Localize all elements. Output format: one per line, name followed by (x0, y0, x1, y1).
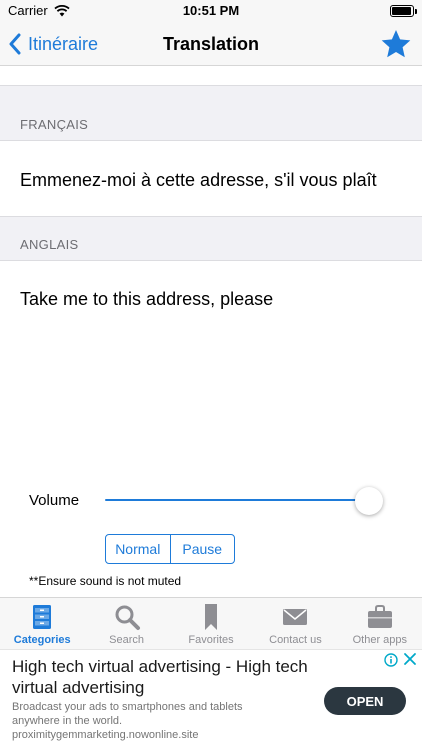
tab-contact-us-label: Contact us (269, 634, 322, 646)
tab-other-apps-label: Other apps (352, 634, 408, 646)
search-icon (115, 605, 140, 630)
status-bar: Carrier 10:51 PM (0, 0, 422, 22)
navigation-bar: Itinéraire Translation (0, 22, 422, 66)
tab-favorites-label: Favorites (188, 634, 234, 646)
status-time: 10:51 PM (182, 3, 240, 18)
volume-slider-track (105, 499, 369, 501)
ad-banner[interactable]: High tech virtual advertising - High tec… (0, 649, 422, 750)
tab-other-apps[interactable]: Other apps (338, 598, 422, 649)
volume-slider-thumb[interactable] (355, 487, 383, 515)
translated-phrase: Take me to this address, please (20, 289, 274, 309)
top-spacer (0, 67, 422, 85)
bag-icon (367, 605, 392, 628)
cabinet-icon (33, 605, 52, 629)
target-language-header: ANGLAIS (0, 216, 422, 261)
star-icon[interactable] (380, 28, 412, 60)
tab-search-label: Search (109, 634, 145, 646)
tab-bar: Categories Search Favorites Contact us O… (0, 597, 422, 649)
close-icon[interactable] (402, 651, 418, 667)
ad-url: proximitygemmarketing.nowonline.site (12, 729, 199, 741)
info-icon[interactable] (384, 653, 398, 667)
tab-categories[interactable]: Categories (0, 598, 84, 649)
source-language-label: FRANÇAIS (20, 117, 89, 132)
page-title: Translation (162, 34, 260, 54)
tab-search[interactable]: Search (84, 598, 168, 649)
sound-note: **Ensure sound is not muted (29, 574, 182, 588)
target-language-label: ANGLAIS (20, 237, 79, 252)
source-phrase: Emmenez-moi à cette adresse, s'il vous p… (20, 170, 377, 190)
bookmark-icon (205, 604, 218, 630)
ad-body: Broadcast your ads to smartphones and ta… (12, 701, 243, 727)
pause-button[interactable]: Pause (169, 535, 235, 563)
tab-favorites[interactable]: Favorites (169, 598, 253, 649)
tab-contact-us[interactable]: Contact us (253, 598, 337, 649)
tab-categories-label: Categories (13, 634, 71, 646)
battery-icon (390, 5, 417, 17)
volume-label: Volume (29, 492, 80, 509)
ad-open-button[interactable]: OPEN (324, 687, 406, 715)
source-language-header: FRANÇAIS (0, 85, 422, 141)
volume-slider[interactable] (105, 486, 385, 515)
ad-headline[interactable]: High tech virtual advertising - High tec… (12, 656, 312, 698)
mail-icon (283, 609, 308, 625)
playback-control: Normal Pause (105, 534, 235, 564)
normal-button[interactable]: Normal (106, 535, 170, 563)
